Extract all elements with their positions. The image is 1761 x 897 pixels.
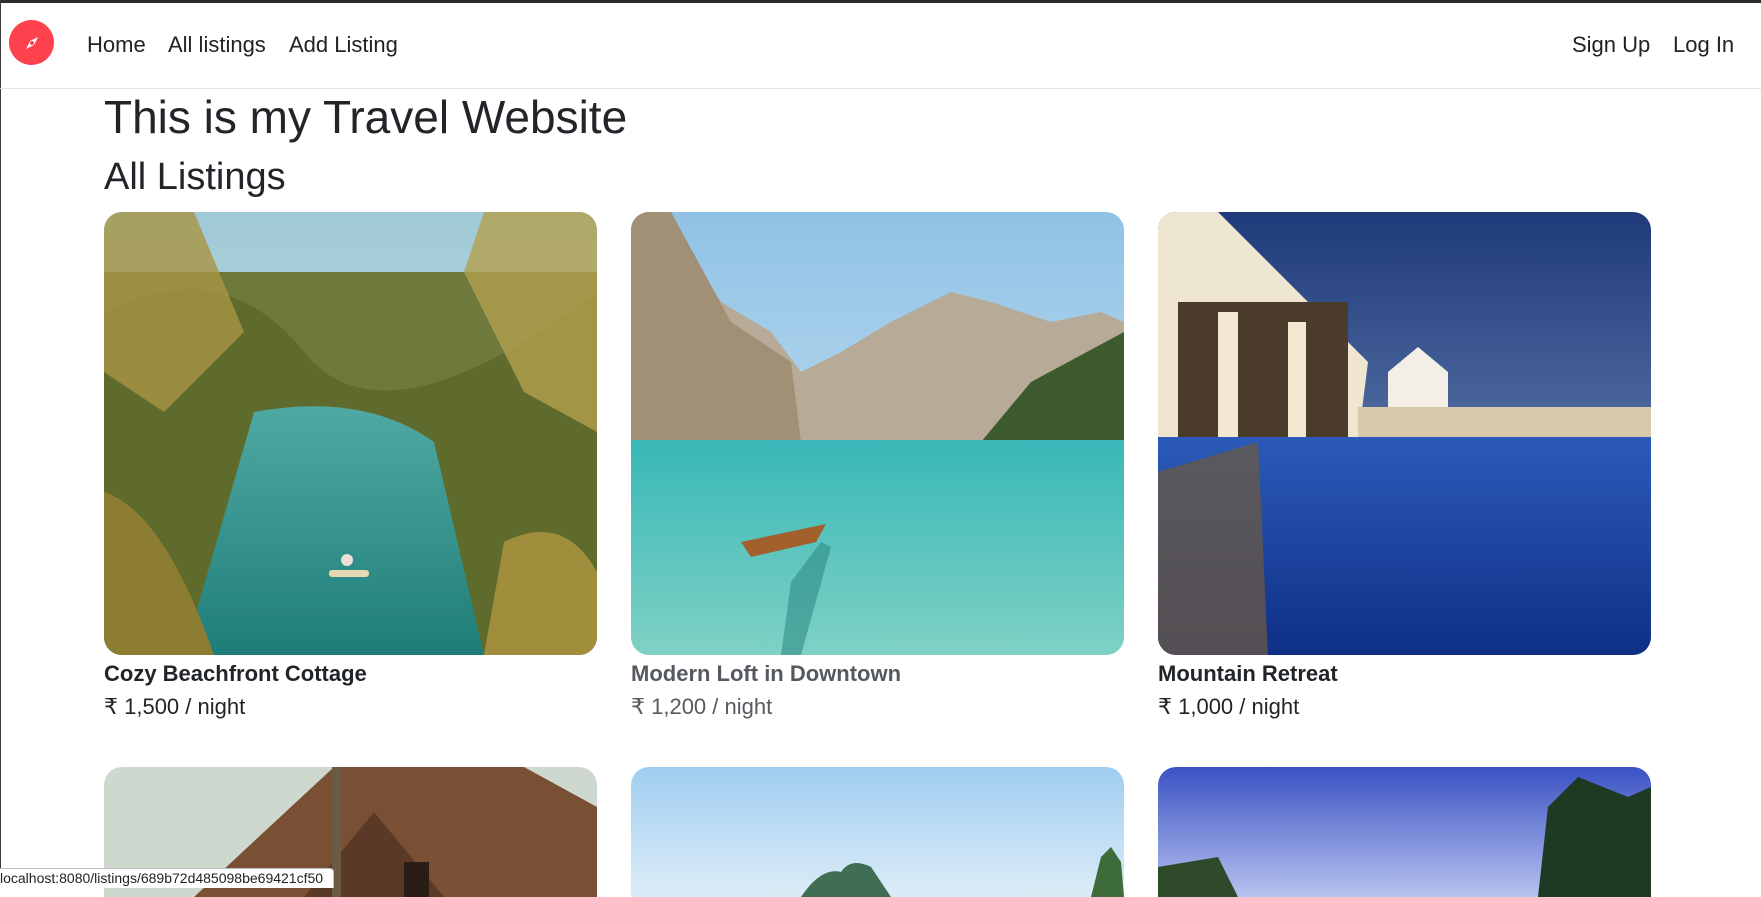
compass-icon[interactable] xyxy=(9,20,54,65)
listing-card[interactable] xyxy=(631,767,1124,897)
nav-login-link[interactable]: Log In xyxy=(1673,32,1734,58)
listing-title[interactable]: Mountain Retreat xyxy=(1158,661,1651,687)
nav-all-listings-link[interactable]: All listings xyxy=(168,32,266,58)
listing-image[interactable] xyxy=(631,212,1124,655)
section-title: All Listings xyxy=(104,156,286,198)
listing-image[interactable] xyxy=(1158,767,1651,897)
listing-image[interactable] xyxy=(104,212,597,655)
listing-title[interactable]: Modern Loft in Downtown xyxy=(631,661,1124,687)
nav-home-link[interactable]: Home xyxy=(87,32,146,58)
window-left-border xyxy=(0,0,1,887)
listing-card[interactable]: Cozy Beachfront Cottage ₹ 1,500 / night xyxy=(104,212,597,720)
listing-title[interactable]: Cozy Beachfront Cottage xyxy=(104,661,597,687)
status-bar-url: localhost:8080/listings/689b72d485098be6… xyxy=(0,868,335,888)
navbar: Home All listings Add Listing Sign Up Lo… xyxy=(0,3,1761,89)
nav-signup-link[interactable]: Sign Up xyxy=(1572,32,1650,58)
listing-card[interactable] xyxy=(1158,767,1651,897)
listing-card[interactable]: Mountain Retreat ₹ 1,000 / night xyxy=(1158,212,1651,720)
listing-card[interactable]: Modern Loft in Downtown ₹ 1,200 / night xyxy=(631,212,1124,720)
listing-price: ₹ 1,200 / night xyxy=(631,694,773,719)
listing-image[interactable] xyxy=(631,767,1124,897)
listing-price: ₹ 1,000 / night xyxy=(1158,694,1300,719)
listing-image[interactable] xyxy=(1158,212,1651,655)
nav-add-listing-link[interactable]: Add Listing xyxy=(289,32,398,58)
listing-price: ₹ 1,500 / night xyxy=(104,694,246,719)
page-title: This is my Travel Website xyxy=(104,91,628,143)
